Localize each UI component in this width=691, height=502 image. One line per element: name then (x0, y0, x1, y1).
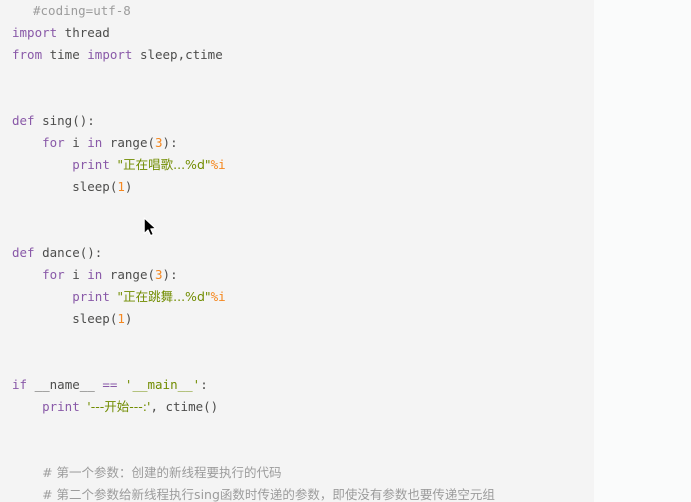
code-token-num: 3 (155, 135, 163, 150)
code-token-plain: sleep( (12, 179, 118, 194)
code-token-plain: thread (57, 25, 110, 40)
code-token-plain: sleep,ctime (132, 47, 223, 62)
code-token-plain: ) (124, 311, 133, 326)
code-line: sleep(1) (0, 308, 594, 330)
code-line: print "正在唱歌...%d"%i (0, 154, 594, 176)
code-token-num: 1 (117, 311, 125, 326)
code-token-str: '__main__' (124, 377, 201, 392)
code-line: print '---开始---:', ctime() (0, 396, 594, 418)
code-token-num: %i (210, 289, 226, 304)
code-token-kw: def (12, 113, 35, 128)
code-token-plain: ) (124, 179, 133, 194)
code-token-str: "正在唱歌...%d" (117, 157, 211, 172)
code-token-plain: ): (162, 135, 178, 150)
code-token-plain: i (64, 135, 88, 150)
code-token-num: %i (210, 157, 226, 172)
code-token-kw: import (87, 47, 133, 62)
code-line: #coding=utf-8 (0, 0, 594, 22)
code-token-str: "正在跳舞...%d" (117, 289, 211, 304)
code-token-plain: time (42, 47, 88, 62)
code-line: for i in range(3): (0, 132, 594, 154)
code-token-kw: print (42, 399, 80, 414)
code-line: # 第二个参数给新线程执行sing函数时传递的参数，即使没有参数也要传递空元组 (0, 484, 594, 502)
code-line: sleep(1) (0, 176, 594, 198)
code-line: import thread (0, 22, 594, 44)
code-token-comment: # 第一个参数：创建的新线程要执行的代码 (42, 465, 282, 480)
code-line: def dance(): (0, 242, 594, 264)
code-token-plain: , ctime() (150, 399, 219, 414)
code-token-plain: i (64, 267, 88, 282)
code-token-kw: for (42, 135, 65, 150)
code-token-plain: sleep( (12, 311, 118, 326)
code-token-plain: sing(): (34, 113, 95, 128)
code-editor-pane[interactable]: #coding=utf-8 import thread from time impo… (0, 0, 594, 502)
code-token-kw: print (72, 157, 110, 172)
code-token-plain: : (200, 377, 208, 392)
code-token-str: '---开始---:' (87, 399, 151, 414)
code-token-plain: range( (102, 135, 156, 150)
code-token-kw: in (87, 267, 103, 282)
source-code[interactable]: #coding=utf-8 import thread from time impo… (0, 0, 594, 502)
code-line: from time import sleep,ctime (0, 44, 594, 66)
code-token-kw: if (12, 377, 28, 392)
code-token-kw: import (12, 25, 58, 40)
code-token-kw: == (102, 377, 118, 392)
code-token-plain: dance(): (34, 245, 103, 260)
code-line: # 第一个参数：创建的新线程要执行的代码 (0, 462, 594, 484)
code-token-comment: # 第二个参数给新线程执行sing函数时传递的参数，即使没有参数也要传递空元组 (42, 487, 495, 502)
code-token-kw: in (87, 135, 103, 150)
code-token-kw: print (72, 289, 110, 304)
code-token-kw: from (12, 47, 43, 62)
code-token-plain: ): (162, 267, 178, 282)
screenshot-root: #coding=utf-8 import thread from time impo… (0, 0, 691, 502)
code-token-num: 3 (155, 267, 163, 282)
code-token-num: 1 (117, 179, 125, 194)
code-token-comment: #coding=utf-8 (33, 3, 131, 18)
code-token-kw: for (42, 267, 65, 282)
code-line: print "正在跳舞...%d"%i (0, 286, 594, 308)
code-token-plain: range( (102, 267, 156, 282)
code-line: def sing(): (0, 110, 594, 132)
code-line: for i in range(3): (0, 264, 594, 286)
empty-right-panel (594, 0, 691, 502)
code-line: if __name__ == '__main__': (0, 374, 594, 396)
code-token-kw: def (12, 245, 35, 260)
code-token-plain: __name__ (27, 377, 103, 392)
